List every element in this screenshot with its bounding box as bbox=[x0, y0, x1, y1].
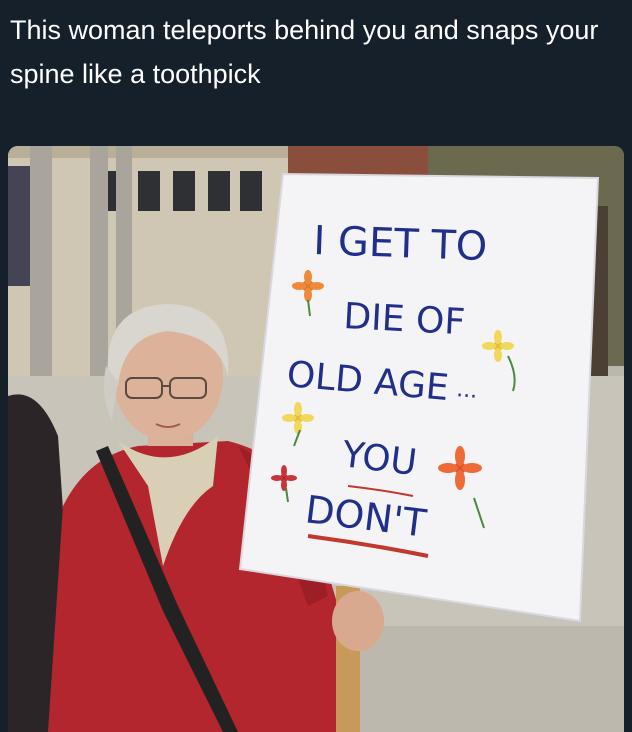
protest-sign: I GET TO DIE OF OLD AGE ... YOU DON'T bbox=[238, 172, 600, 623]
tweet-photo[interactable]: I GET TO DIE OF OLD AGE ... YOU DON'T bbox=[8, 146, 624, 732]
woman-hand bbox=[332, 591, 384, 651]
photo-illustration: I GET TO DIE OF OLD AGE ... YOU DON'T bbox=[8, 146, 624, 732]
sign-line-3-ellipsis: ... bbox=[455, 377, 478, 404]
sign-line-1: I GET TO bbox=[313, 218, 488, 270]
sign-line-2: DIE OF bbox=[343, 296, 467, 343]
tweet-text: This woman teleports behind you and snap… bbox=[10, 15, 606, 89]
